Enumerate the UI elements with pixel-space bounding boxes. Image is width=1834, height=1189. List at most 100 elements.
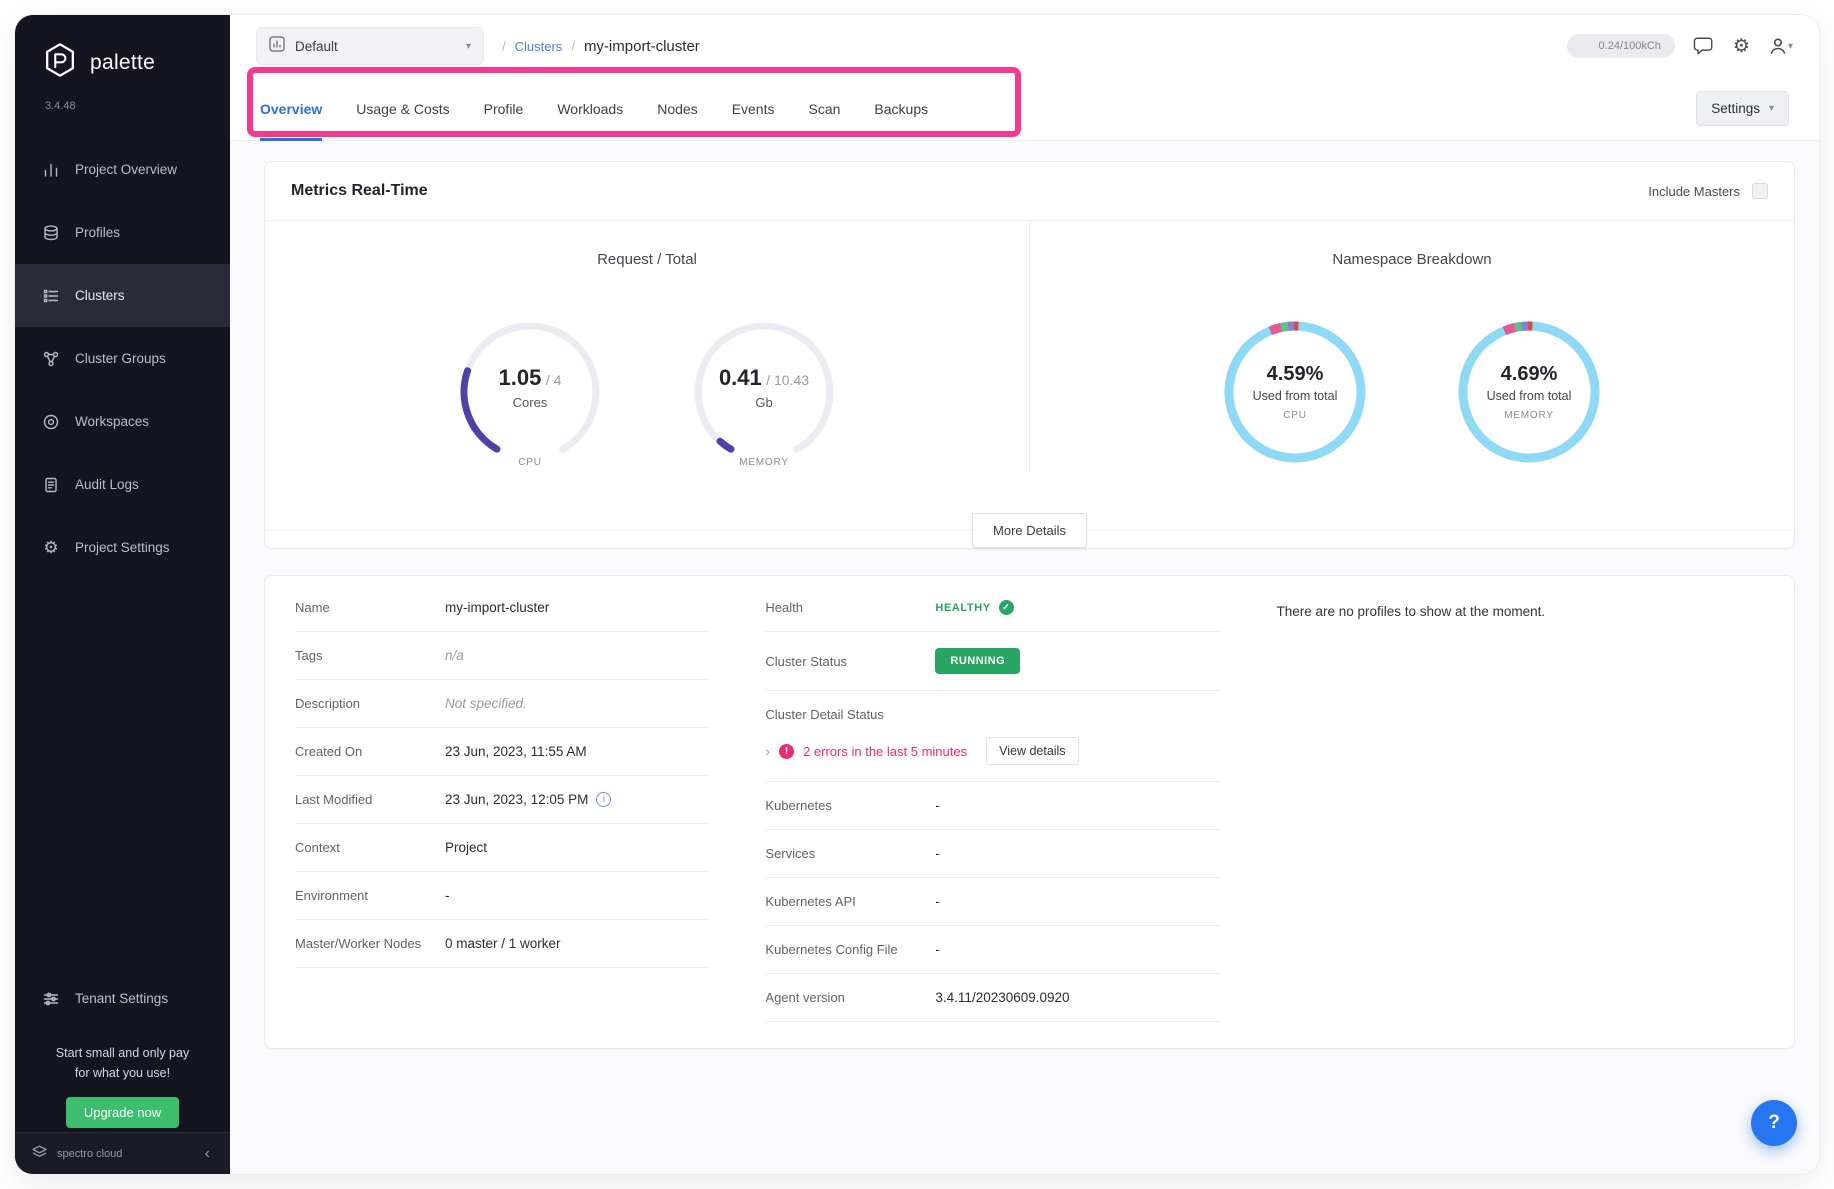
detail-row-cluster-status: Cluster Status RUNNING — [765, 632, 1220, 691]
topbar-right: 0.24/100kCh ⚙ ▾ — [1567, 34, 1793, 58]
main-area: Default ▾ / Clusters / my-import-cluster… — [230, 15, 1819, 1174]
detail-row-environment: Environment - — [295, 872, 709, 920]
include-masters-checkbox[interactable] — [1752, 183, 1768, 199]
chevron-right-icon[interactable]: › — [765, 743, 770, 759]
details-middle-column: Health HEALTHY ✓ Cluster Status RUNNING … — [765, 584, 1220, 1022]
tab-events[interactable]: Events — [732, 77, 775, 141]
sidebar-item-label: Project Settings — [75, 540, 170, 555]
sidebar-item-cluster-groups[interactable]: Cluster Groups — [15, 327, 230, 390]
breadcrumb-link-clusters[interactable]: Clusters — [515, 39, 563, 54]
error-message: 2 errors in the last 5 minutes — [803, 744, 967, 759]
detail-row-created-on: Created On 23 Jun, 2023, 11:55 AM — [295, 728, 709, 776]
settings-button-label: Settings — [1711, 101, 1760, 116]
detail-row-last-modified: Last Modified 23 Jun, 2023, 12:05 PMi — [295, 776, 709, 824]
cluster-detail-status-block: Cluster Detail Status › ! 2 errors in th… — [765, 691, 1220, 782]
brand: palette — [15, 15, 230, 84]
sliders-icon — [42, 990, 60, 1008]
brand-name: palette — [90, 51, 155, 75]
details-right-column: There are no profiles to show at the mom… — [1276, 584, 1764, 1022]
tab-bar: Overview Usage & Costs Profile Workloads… — [230, 77, 1819, 141]
namespace-memory-donut: 4.69% Used from total MEMORY — [1449, 312, 1609, 472]
memory-gauge: 0.41 / 10.43 Gb MEMORY — [684, 312, 844, 472]
more-details-button[interactable]: More Details — [972, 513, 1087, 548]
running-status-badge: RUNNING — [935, 648, 1020, 674]
sidebar-item-clusters[interactable]: Clusters — [15, 264, 230, 327]
content: Metrics Real-Time Include Masters Reques… — [230, 141, 1819, 1174]
sidebar-footer: spectro cloud ‹ — [15, 1132, 230, 1174]
request-total-section: Request / Total 1.05 / 4 Cores — [265, 221, 1029, 472]
chart-box-icon — [269, 36, 285, 57]
tab-usage-costs[interactable]: Usage & Costs — [356, 77, 449, 141]
project-selector[interactable]: Default ▾ — [256, 27, 484, 65]
cpu-gauge: 1.05 / 4 Cores CPU — [450, 312, 610, 472]
tab-overview[interactable]: Overview — [260, 77, 322, 141]
chevron-down-icon: ▾ — [1769, 103, 1774, 114]
sidebar-item-label: Tenant Settings — [75, 991, 168, 1006]
tab-nodes[interactable]: Nodes — [657, 77, 697, 141]
view-details-button[interactable]: View details — [986, 737, 1078, 765]
promo-line: for what you use! — [15, 1064, 230, 1083]
settings-gear-icon[interactable]: ⚙ — [1733, 37, 1750, 56]
tab-backups[interactable]: Backups — [874, 77, 928, 141]
cpu-unit: Cores — [513, 395, 548, 410]
namespace-breakdown-section: Namespace Breakdown — [1030, 221, 1794, 472]
breadcrumb-separator: / — [571, 39, 575, 54]
detail-row-context: Context Project — [295, 824, 709, 872]
palette-logo-icon — [41, 41, 79, 84]
help-button[interactable]: ? — [1751, 1100, 1797, 1146]
memory-total-value: / 10.43 — [766, 372, 809, 388]
sidebar-nav: Project Overview Profiles Clusters Clust… — [15, 138, 230, 579]
sidebar-item-workspaces[interactable]: Workspaces — [15, 390, 230, 453]
sidebar-item-label: Audit Logs — [75, 477, 139, 492]
chevron-down-icon: ▾ — [466, 41, 471, 52]
layers-icon — [42, 224, 60, 242]
tab-scan[interactable]: Scan — [809, 77, 841, 141]
tab-profile[interactable]: Profile — [484, 77, 524, 141]
promo-line: Start small and only pay — [15, 1044, 230, 1063]
list-icon — [42, 287, 60, 305]
sidebar: palette 3.4.48 Project Overview Profiles — [15, 15, 230, 1174]
no-profiles-message: There are no profiles to show at the mom… — [1276, 584, 1764, 619]
metrics-title: Metrics Real-Time — [291, 182, 428, 200]
details-card: Name my-import-cluster Tags n/a Descript… — [264, 575, 1795, 1049]
sidebar-item-tenant-settings[interactable]: Tenant Settings — [15, 967, 230, 1030]
sidebar-item-label: Project Overview — [75, 162, 177, 177]
health-status: HEALTHY ✓ — [935, 600, 1013, 615]
collapse-sidebar-icon[interactable]: ‹ — [201, 1145, 214, 1163]
user-menu[interactable]: ▾ — [1768, 36, 1793, 56]
memory-unit: Gb — [755, 395, 772, 410]
sidebar-item-label: Clusters — [75, 288, 125, 303]
sidebar-item-label: Cluster Groups — [75, 351, 166, 366]
breadcrumb-current: my-import-cluster — [584, 38, 700, 55]
details-left-column: Name my-import-cluster Tags n/a Descript… — [295, 584, 709, 1022]
namespace-cpu-label: CPU — [1283, 410, 1307, 421]
namespace-memory-label: MEMORY — [1504, 410, 1554, 421]
cpu-total-value: / 4 — [546, 372, 562, 388]
namespace-breakdown-title: Namespace Breakdown — [1030, 251, 1794, 268]
request-total-title: Request / Total — [265, 251, 1029, 268]
chevron-down-icon: ▾ — [1788, 41, 1793, 52]
upgrade-now-button[interactable]: Upgrade now — [66, 1097, 179, 1128]
cluster-settings-button[interactable]: Settings ▾ — [1696, 91, 1789, 126]
sidebar-item-profiles[interactable]: Profiles — [15, 201, 230, 264]
info-icon[interactable]: i — [596, 792, 611, 807]
detail-row-kubernetes-api: Kubernetes API - — [765, 878, 1220, 926]
document-icon — [42, 476, 60, 494]
metrics-card: Metrics Real-Time Include Masters Reques… — [264, 161, 1795, 549]
detail-row-kubernetes-config-file: Kubernetes Config File - — [765, 926, 1220, 974]
breadcrumb: / Clusters / my-import-cluster — [502, 38, 700, 55]
sidebar-item-project-settings[interactable]: ⚙ Project Settings — [15, 516, 230, 579]
check-icon: ✓ — [999, 600, 1014, 615]
sidebar-bottom: Tenant Settings Start small and only pay… — [15, 967, 230, 1128]
network-nodes-icon — [42, 350, 60, 368]
chat-icon[interactable] — [1693, 36, 1715, 56]
app-version: 3.4.48 — [45, 100, 230, 112]
sidebar-item-project-overview[interactable]: Project Overview — [15, 138, 230, 201]
tab-workloads[interactable]: Workloads — [557, 77, 623, 141]
footer-brand-label: spectro cloud — [57, 1148, 192, 1160]
namespace-cpu-percent: 4.59% — [1267, 363, 1324, 386]
project-selector-value: Default — [295, 39, 456, 54]
namespace-memory-percent: 4.69% — [1501, 363, 1558, 386]
sidebar-item-audit-logs[interactable]: Audit Logs — [15, 453, 230, 516]
namespace-cpu-caption: Used from total — [1253, 389, 1338, 403]
